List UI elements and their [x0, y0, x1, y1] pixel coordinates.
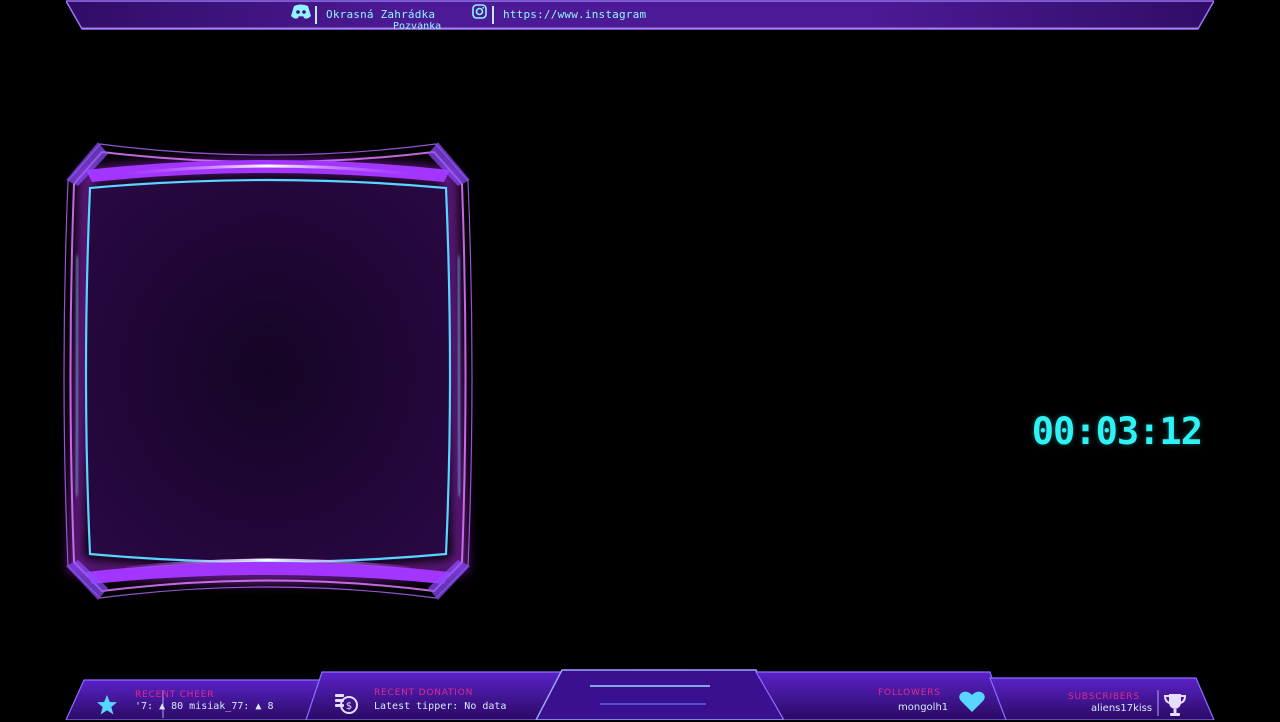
recent-cheer-ticker: '7: ▲ 80 misiak_77: ▲ 8 [135, 701, 274, 712]
recent-donation-value: Latest tipper: No data [374, 701, 507, 712]
stream-timer: 00:03:12 [1031, 410, 1203, 453]
instagram-link[interactable]: https://www.instagram [503, 4, 646, 24]
trophy-icon [1163, 692, 1187, 722]
coins-icon: $ [333, 691, 359, 719]
svg-text:$: $ [346, 701, 352, 712]
top-social-bar: Okrasná Zahrádka Pozvánka https://www.in… [66, 0, 1214, 30]
discord-invite-subtext: Pozvánka [393, 22, 442, 30]
bottom-alerts-bar: RECENT CHEER '7: ▲ 80 misiak_77: ▲ 8 $ R… [0, 632, 1280, 720]
recent-cheer-label: RECENT CHEER [135, 690, 215, 700]
top-bar-divider [492, 6, 494, 24]
webcam-frame [56, 136, 480, 606]
discord-invite-link[interactable]: Okrasná Zahrádka [326, 4, 435, 24]
star-icon [96, 694, 118, 720]
followers-label: FOLLOWERS [878, 688, 941, 698]
top-bar-divider [315, 6, 317, 24]
discord-invite-text: Okrasná Zahrádka [326, 7, 436, 21]
instagram-url-text: https://www.instagram [503, 7, 647, 21]
subscribers-label: SUBSCRIBERS [1068, 692, 1140, 702]
recent-donation-label: RECENT DONATION [374, 688, 474, 698]
heart-icon [958, 690, 986, 718]
subscribers-latest: aliens17kiss [1091, 703, 1153, 714]
followers-latest: mongolh1 [898, 702, 949, 713]
